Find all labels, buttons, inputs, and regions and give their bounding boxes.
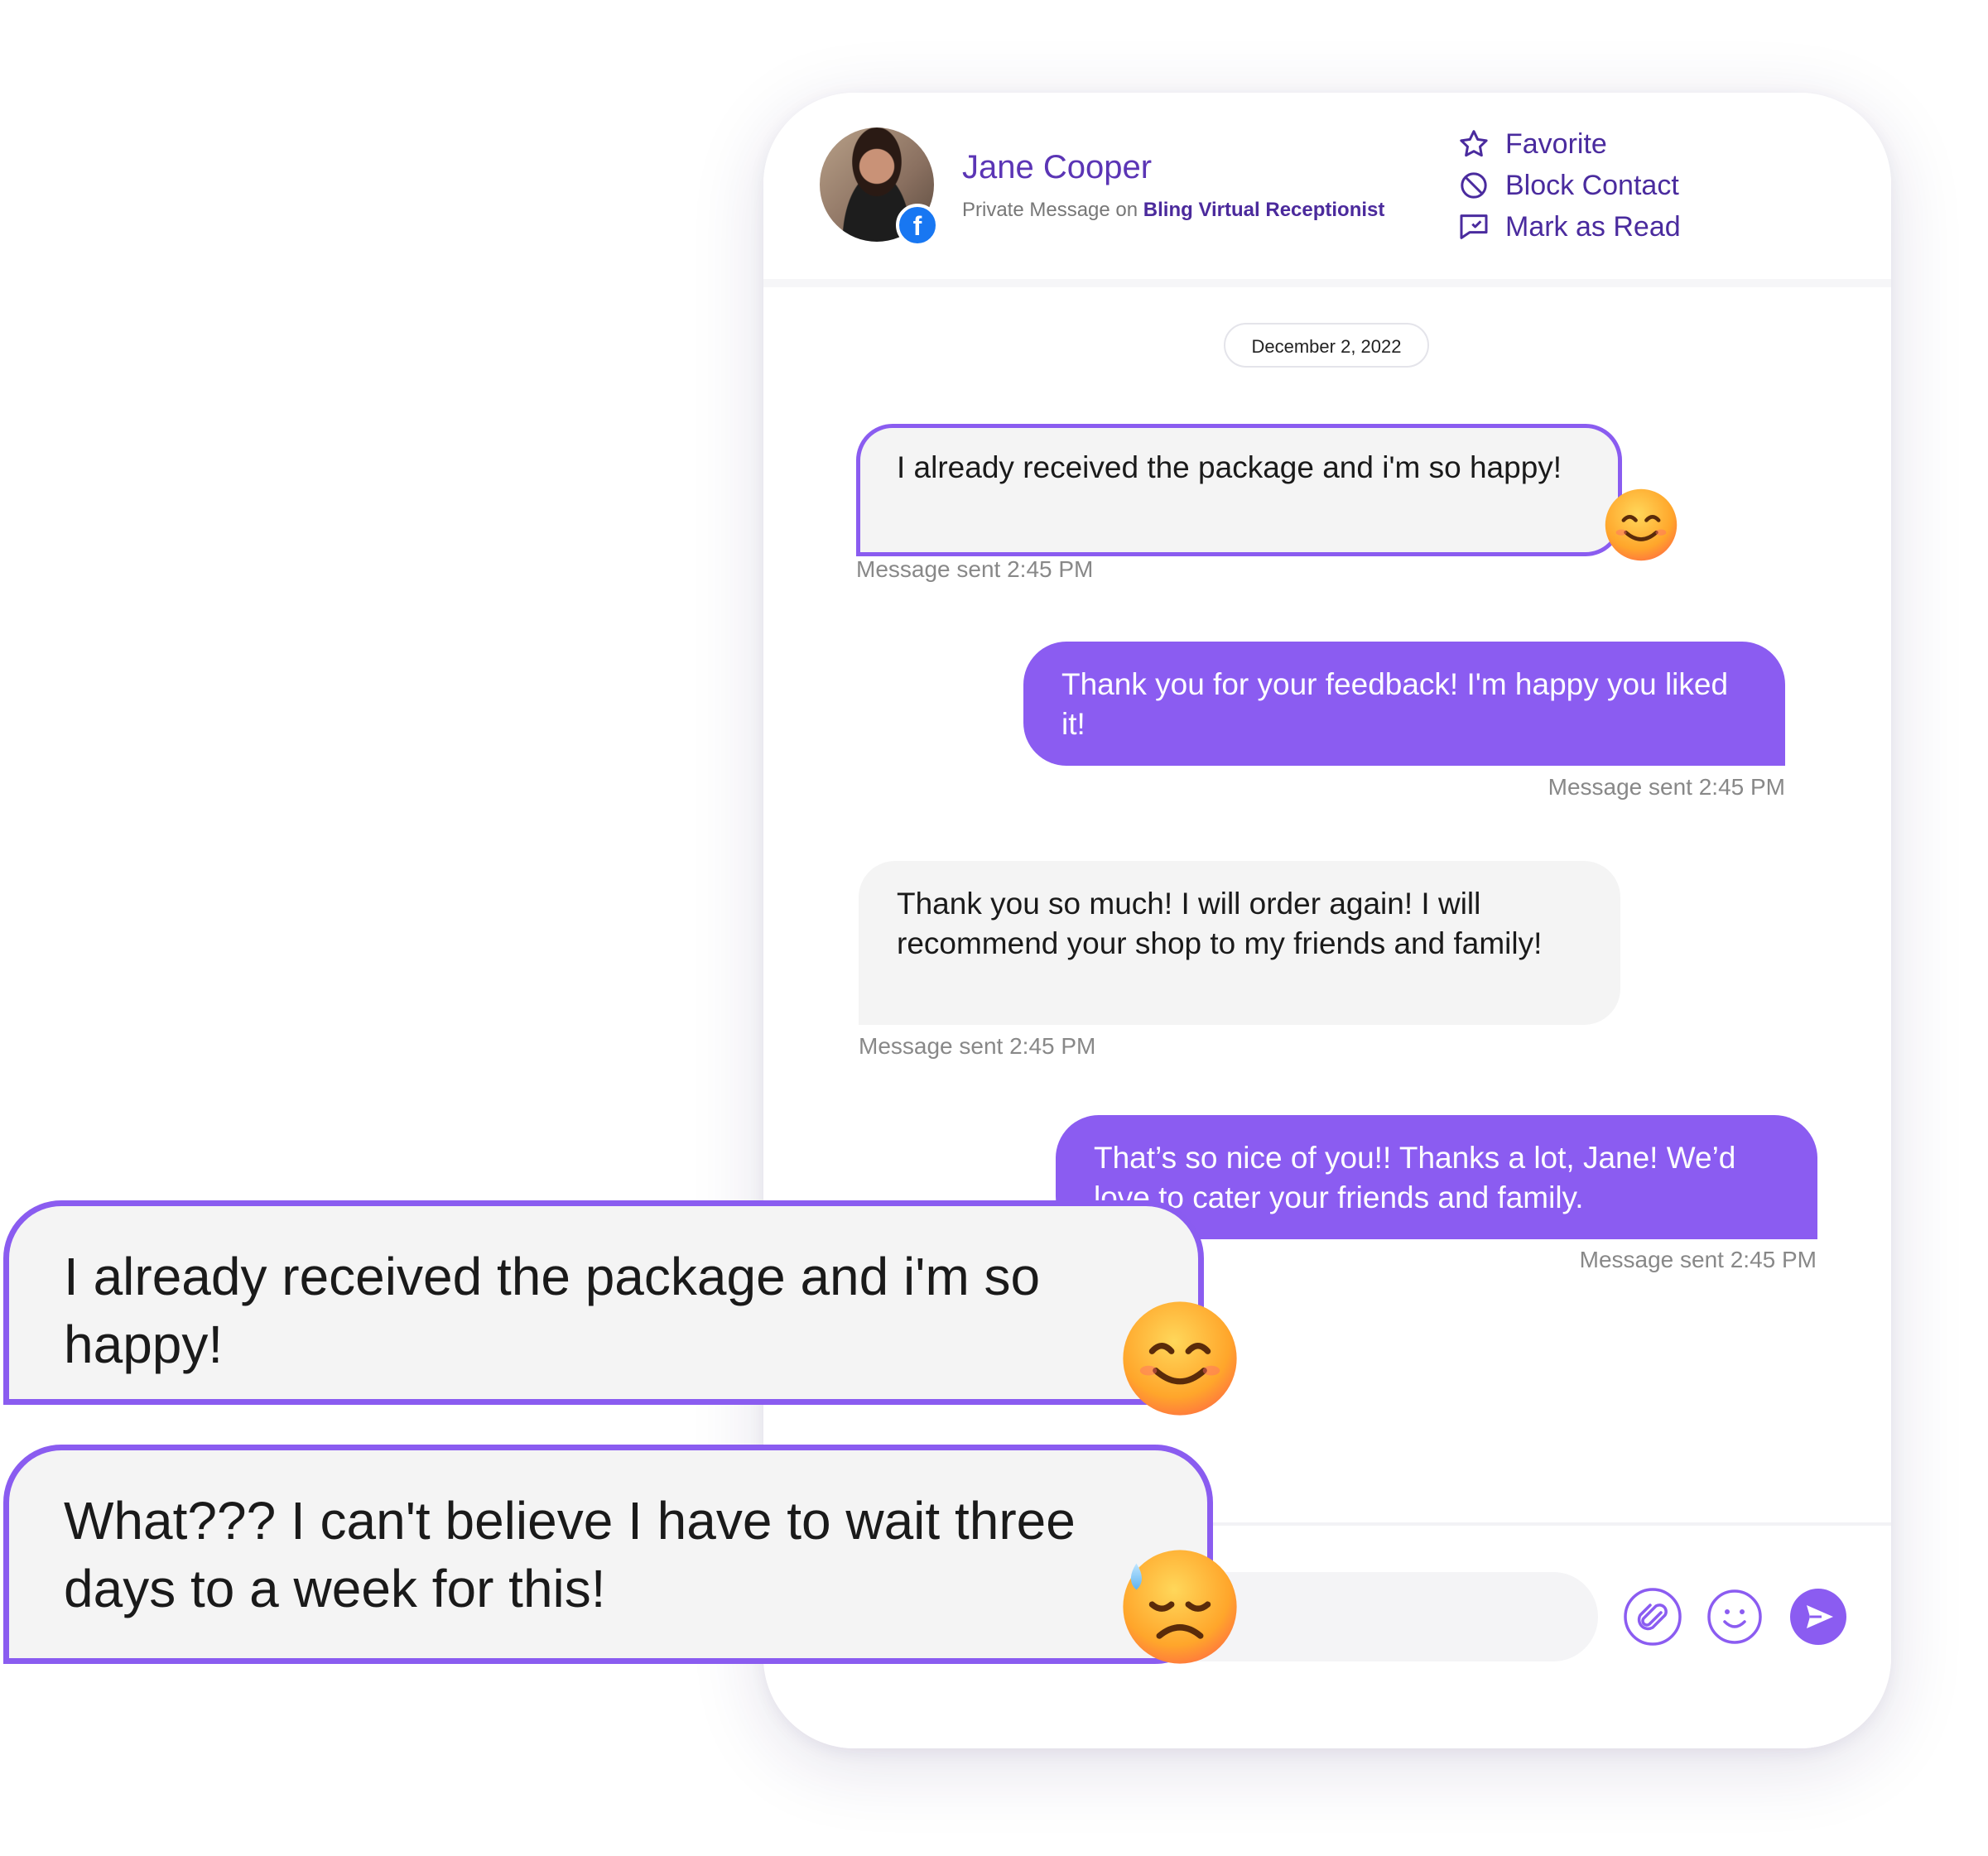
subline-prefix: Private Message on [962,199,1138,221]
block-contact-button[interactable]: Block Contact [1457,169,1679,202]
sad-sweat-emoji-icon [1119,1546,1240,1667]
message-text: Thank you so much! I will order again! I… [897,887,1543,960]
callout-text: I already received the package and i'm s… [64,1247,1041,1374]
block-label: Block Contact [1505,169,1679,201]
send-button[interactable] [1788,1587,1848,1647]
callout-bubble: I already received the package and i'm s… [3,1200,1204,1405]
favorite-label: Favorite [1505,127,1607,160]
chat-check-icon [1460,214,1488,239]
date-separator: December 2, 2022 [1224,323,1429,368]
chat-header: f Jane Cooper Private Message on Bling V… [763,93,1891,287]
channel-subline: Private Message on Bling Virtual Recepti… [962,199,1384,222]
message-bubble-outgoing: Thank you for your feedback! I'm happy y… [1023,642,1785,766]
send-icon [1790,1589,1846,1645]
facebook-icon: f [896,204,939,247]
smiley-icon [1707,1589,1762,1644]
message-timestamp: Message sent 2:45 PM [1579,1247,1817,1272]
callout-text: What??? I can't believe I have to wait t… [64,1491,1076,1618]
attach-button[interactable] [1623,1587,1682,1647]
message-bubble-incoming: I already received the package and i'm s… [856,424,1622,556]
message-text: I already received the package and i'm s… [897,450,1562,484]
smiling-emoji-icon [1603,487,1679,563]
mark-read-label: Mark as Read [1505,210,1681,243]
paperclip-icon [1624,1588,1682,1646]
message-bubble-incoming: Thank you so much! I will order again! I… [859,861,1620,1025]
message-timestamp: Message sent 2:45 PM [859,1033,1096,1059]
message-text: That’s so nice of you!! Thanks a lot, Ja… [1094,1141,1736,1214]
message-timestamp: Message sent 2:45 PM [1548,774,1785,800]
callout-bubble: What??? I can't believe I have to wait t… [3,1445,1213,1664]
channel-name: Bling Virtual Receptionist [1143,199,1385,221]
mark-as-read-button[interactable]: Mark as Read [1457,210,1681,243]
star-icon [1460,130,1488,157]
emoji-picker-button[interactable] [1705,1587,1764,1647]
favorite-button[interactable]: Favorite [1457,127,1607,161]
smiling-emoji-icon [1119,1298,1240,1419]
contact-name[interactable]: Jane Cooper [962,149,1152,186]
message-timestamp: Message sent 2:45 PM [856,556,1094,582]
message-text: Thank you for your feedback! I'm happy y… [1061,667,1729,741]
block-icon [1461,172,1487,199]
